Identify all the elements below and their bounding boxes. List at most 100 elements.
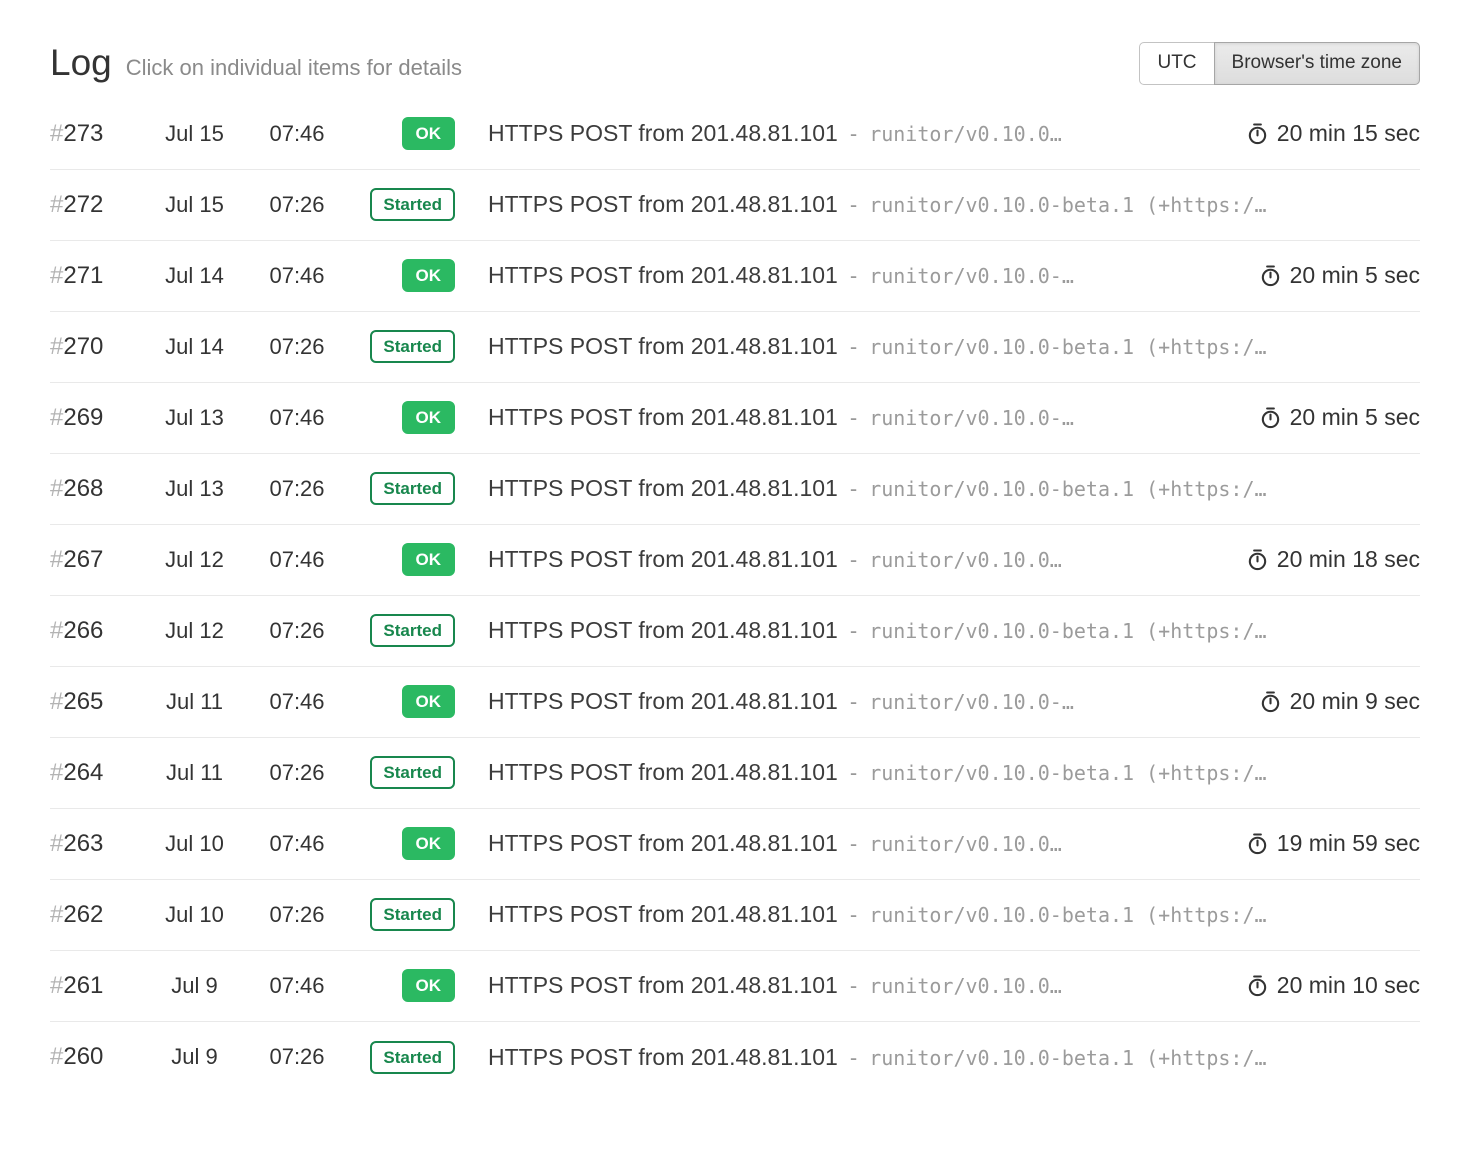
event-number: #266: [50, 617, 142, 645]
event-message: HTTPS POST from 201.48.81.101: [488, 901, 838, 928]
event-time: 07:46: [247, 973, 347, 999]
status-badge-cell: OK: [347, 117, 455, 150]
number-prefix: #: [50, 546, 63, 573]
event-message: HTTPS POST from 201.48.81.101: [488, 475, 838, 502]
number-prefix: #: [50, 1043, 63, 1070]
event-duration-cell: 20 min 5 sec: [1241, 404, 1420, 431]
status-badge-cell: Started: [347, 614, 455, 647]
event-duration: 20 min 5 sec: [1290, 404, 1420, 431]
message-separator: -: [850, 192, 857, 218]
status-badge: Started: [370, 188, 455, 221]
message-separator: -: [850, 334, 857, 360]
event-message-cell: HTTPS POST from 201.48.81.101 - runitor/…: [488, 475, 1420, 502]
event-message: HTTPS POST from 201.48.81.101: [488, 830, 838, 857]
message-separator: -: [850, 689, 857, 715]
number-prefix: #: [50, 972, 63, 999]
event-message: HTTPS POST from 201.48.81.101: [488, 546, 838, 573]
event-number: #268: [50, 475, 142, 503]
status-badge: Started: [370, 472, 455, 505]
number-prefix: #: [50, 617, 63, 644]
log-row[interactable]: #264 Jul 11 07:26 Started HTTPS POST fro…: [50, 738, 1420, 809]
event-duration-cell: 20 min 18 sec: [1228, 546, 1420, 573]
log-row[interactable]: #262 Jul 10 07:26 Started HTTPS POST fro…: [50, 880, 1420, 951]
event-date: Jul 10: [142, 831, 247, 857]
page-header: Log Click on individual items for detail…: [50, 42, 1420, 85]
status-badge: Started: [370, 330, 455, 363]
user-agent: runitor/v0.10.0-beta.1 (+https:/…: [869, 477, 1266, 501]
log-row[interactable]: #268 Jul 13 07:26 Started HTTPS POST fro…: [50, 454, 1420, 525]
log-row[interactable]: #267 Jul 12 07:46 OK HTTPS POST from 201…: [50, 525, 1420, 596]
log-row[interactable]: #270 Jul 14 07:26 Started HTTPS POST fro…: [50, 312, 1420, 383]
stopwatch-icon: [1259, 406, 1282, 429]
event-message-cell: HTTPS POST from 201.48.81.101 - runitor/…: [488, 404, 1241, 431]
page-title: Log: [50, 42, 112, 84]
event-message: HTTPS POST from 201.48.81.101: [488, 617, 838, 644]
event-date: Jul 11: [142, 760, 247, 786]
event-date: Jul 13: [142, 405, 247, 431]
event-message: HTTPS POST from 201.48.81.101: [488, 262, 838, 289]
status-badge: Started: [370, 756, 455, 789]
event-duration: 20 min 9 sec: [1290, 688, 1420, 715]
log-row[interactable]: #269 Jul 13 07:46 OK HTTPS POST from 201…: [50, 383, 1420, 454]
event-time: 07:26: [247, 902, 347, 928]
event-date: Jul 12: [142, 547, 247, 573]
log-row[interactable]: #261 Jul 9 07:46 OK HTTPS POST from 201.…: [50, 951, 1420, 1022]
log-row[interactable]: #260 Jul 9 07:26 Started HTTPS POST from…: [50, 1022, 1420, 1093]
event-message: HTTPS POST from 201.48.81.101: [488, 688, 838, 715]
log-row[interactable]: #273 Jul 15 07:46 OK HTTPS POST from 201…: [50, 99, 1420, 170]
browser-timezone-button[interactable]: Browser's time zone: [1214, 42, 1420, 85]
event-message-cell: HTTPS POST from 201.48.81.101 - runitor/…: [488, 546, 1228, 573]
log-table: #273 Jul 15 07:46 OK HTTPS POST from 201…: [50, 99, 1420, 1093]
message-separator: -: [850, 121, 857, 147]
event-time: 07:26: [247, 760, 347, 786]
event-number: #260: [50, 1043, 142, 1071]
number-prefix: #: [50, 759, 63, 786]
event-number: #267: [50, 546, 142, 574]
event-message: HTTPS POST from 201.48.81.101: [488, 759, 838, 786]
stopwatch-icon: [1246, 832, 1269, 855]
status-badge-cell: OK: [347, 401, 455, 434]
status-badge: OK: [402, 969, 456, 1002]
event-message-cell: HTTPS POST from 201.48.81.101 - runitor/…: [488, 333, 1420, 360]
timezone-toggle: UTC Browser's time zone: [1139, 42, 1420, 85]
status-badge-cell: OK: [347, 543, 455, 576]
status-badge: OK: [402, 543, 456, 576]
status-badge: Started: [370, 614, 455, 647]
number-prefix: #: [50, 830, 63, 857]
log-row[interactable]: #266 Jul 12 07:26 Started HTTPS POST fro…: [50, 596, 1420, 667]
event-time: 07:26: [247, 1044, 347, 1070]
event-time: 07:46: [247, 547, 347, 573]
event-duration: 19 min 59 sec: [1277, 830, 1420, 857]
event-number: #270: [50, 333, 142, 361]
event-number: #263: [50, 830, 142, 858]
utc-button[interactable]: UTC: [1139, 42, 1214, 85]
log-row[interactable]: #271 Jul 14 07:46 OK HTTPS POST from 201…: [50, 241, 1420, 312]
stopwatch-icon: [1246, 548, 1269, 571]
log-row[interactable]: #272 Jul 15 07:26 Started HTTPS POST fro…: [50, 170, 1420, 241]
user-agent: runitor/v0.10.0…: [869, 974, 1062, 998]
log-row[interactable]: #263 Jul 10 07:46 OK HTTPS POST from 201…: [50, 809, 1420, 880]
event-duration-cell: 20 min 5 sec: [1241, 262, 1420, 289]
status-badge: OK: [402, 401, 456, 434]
message-separator: -: [850, 618, 857, 644]
event-duration: 20 min 15 sec: [1277, 120, 1420, 147]
event-number: #269: [50, 404, 142, 432]
event-message: HTTPS POST from 201.48.81.101: [488, 333, 838, 360]
event-message: HTTPS POST from 201.48.81.101: [488, 972, 838, 999]
page-subtitle: Click on individual items for details: [126, 55, 462, 81]
event-duration-cell: 20 min 15 sec: [1228, 120, 1420, 147]
user-agent: runitor/v0.10.0-…: [869, 690, 1074, 714]
event-message-cell: HTTPS POST from 201.48.81.101 - runitor/…: [488, 830, 1228, 857]
message-separator: -: [850, 405, 857, 431]
log-row[interactable]: #265 Jul 11 07:46 OK HTTPS POST from 201…: [50, 667, 1420, 738]
status-badge-cell: Started: [347, 472, 455, 505]
event-time: 07:26: [247, 618, 347, 644]
event-date: Jul 10: [142, 902, 247, 928]
event-message: HTTPS POST from 201.48.81.101: [488, 120, 838, 147]
stopwatch-icon: [1259, 264, 1282, 287]
log-page: Log Click on individual items for detail…: [0, 0, 1470, 1093]
status-badge: OK: [402, 259, 456, 292]
user-agent: runitor/v0.10.0-beta.1 (+https:/…: [869, 619, 1266, 643]
message-separator: -: [850, 476, 857, 502]
event-message-cell: HTTPS POST from 201.48.81.101 - runitor/…: [488, 972, 1228, 999]
